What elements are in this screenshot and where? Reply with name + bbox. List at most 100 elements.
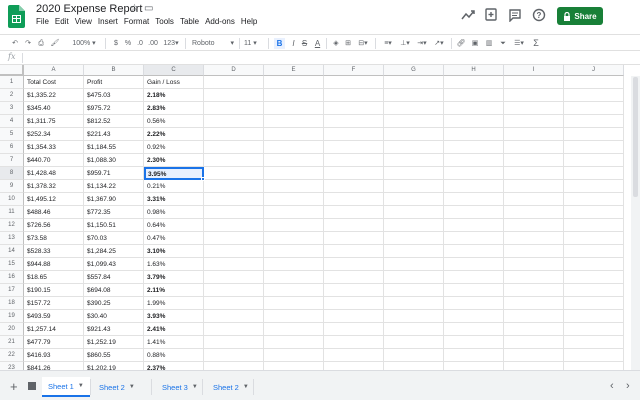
spreadsheet-grid[interactable]: A B C D E F G H I J 1 Total Cost Profit Gain / Loss 2 $… bbox=[0, 65, 640, 370]
table-cell[interactable] bbox=[504, 76, 564, 89]
table-cell[interactable] bbox=[564, 258, 624, 271]
table-cell[interactable] bbox=[564, 297, 624, 310]
table-cell[interactable] bbox=[564, 167, 624, 180]
row-header[interactable]: 9 bbox=[0, 180, 24, 193]
menu-item[interactable]: Format bbox=[121, 17, 152, 26]
table-cell[interactable]: $959.71 bbox=[84, 167, 144, 180]
text-rotation-icon[interactable]: ↗▾ bbox=[432, 38, 446, 49]
table-cell[interactable] bbox=[444, 349, 504, 362]
table-cell[interactable] bbox=[384, 297, 444, 310]
column-header[interactable]: B bbox=[84, 65, 144, 76]
scrollbar-thumb[interactable] bbox=[633, 77, 638, 197]
sheet-tab[interactable]: Sheet 3 ▼ bbox=[156, 377, 204, 397]
table-cell[interactable] bbox=[564, 362, 624, 370]
table-cell[interactable]: $812.52 bbox=[84, 115, 144, 128]
table-cell[interactable] bbox=[264, 232, 324, 245]
table-cell[interactable] bbox=[384, 245, 444, 258]
table-cell[interactable]: $440.70 bbox=[24, 154, 84, 167]
table-cell[interactable]: $528.33 bbox=[24, 245, 84, 258]
table-cell[interactable] bbox=[324, 219, 384, 232]
table-cell[interactable] bbox=[384, 271, 444, 284]
borders-icon[interactable]: ⊞ bbox=[343, 38, 353, 49]
undo-icon[interactable]: ↶ bbox=[10, 38, 20, 49]
sheet-menu-icon[interactable]: ▼ bbox=[78, 383, 84, 389]
table-cell[interactable] bbox=[564, 128, 624, 141]
sheet-menu-icon[interactable]: ▼ bbox=[192, 384, 198, 390]
table-cell[interactable]: 3.79% bbox=[144, 271, 204, 284]
row-header[interactable]: 23 bbox=[0, 362, 24, 370]
table-cell[interactable]: $475.03 bbox=[84, 89, 144, 102]
table-cell[interactable] bbox=[204, 76, 264, 89]
sheet-tab[interactable]: Sheet 1 ▼ bbox=[42, 377, 90, 397]
italic-button[interactable]: I bbox=[289, 38, 298, 49]
bold-button[interactable]: B bbox=[274, 38, 285, 49]
table-cell[interactable]: Gain / Loss bbox=[144, 76, 204, 89]
table-cell[interactable]: $1,252.19 bbox=[84, 336, 144, 349]
table-cell[interactable]: 0.21% bbox=[144, 180, 204, 193]
zoom-select[interactable]: 100% ▾ bbox=[65, 38, 103, 49]
table-cell[interactable] bbox=[564, 206, 624, 219]
font-size-select[interactable]: 11 ▾ bbox=[244, 38, 264, 49]
functions-button[interactable]: Σ bbox=[531, 38, 541, 49]
table-cell[interactable] bbox=[564, 271, 624, 284]
row-header[interactable]: 19 bbox=[0, 310, 24, 323]
table-cell[interactable] bbox=[384, 89, 444, 102]
table-cell[interactable] bbox=[204, 115, 264, 128]
table-cell[interactable] bbox=[504, 349, 564, 362]
table-cell[interactable]: $557.84 bbox=[84, 271, 144, 284]
column-header[interactable]: F bbox=[324, 65, 384, 76]
table-cell[interactable] bbox=[564, 284, 624, 297]
table-cell[interactable]: 2.11% bbox=[144, 284, 204, 297]
table-cell[interactable] bbox=[564, 180, 624, 193]
percent-format-button[interactable]: % bbox=[124, 38, 132, 49]
row-header[interactable]: 13 bbox=[0, 232, 24, 245]
table-cell[interactable] bbox=[324, 115, 384, 128]
column-header[interactable]: H bbox=[444, 65, 504, 76]
table-cell[interactable]: $1,134.22 bbox=[84, 180, 144, 193]
table-cell[interactable] bbox=[264, 141, 324, 154]
table-cell[interactable] bbox=[564, 219, 624, 232]
menu-item[interactable]: Tools bbox=[152, 17, 177, 26]
table-cell[interactable] bbox=[444, 89, 504, 102]
table-cell[interactable] bbox=[384, 362, 444, 370]
star-icon[interactable]: ☆ bbox=[130, 3, 139, 14]
table-cell[interactable] bbox=[444, 206, 504, 219]
table-cell[interactable] bbox=[504, 180, 564, 193]
table-cell[interactable] bbox=[324, 323, 384, 336]
table-cell[interactable] bbox=[264, 154, 324, 167]
row-header[interactable]: 5 bbox=[0, 128, 24, 141]
table-cell[interactable] bbox=[444, 115, 504, 128]
table-cell[interactable] bbox=[204, 154, 264, 167]
table-cell[interactable] bbox=[384, 167, 444, 180]
table-cell[interactable]: 3.93% bbox=[144, 310, 204, 323]
table-cell[interactable]: $345.40 bbox=[24, 102, 84, 115]
table-cell[interactable] bbox=[324, 102, 384, 115]
table-cell[interactable] bbox=[324, 284, 384, 297]
table-cell[interactable] bbox=[324, 193, 384, 206]
table-cell[interactable]: $1,088.30 bbox=[84, 154, 144, 167]
table-cell[interactable]: Total Cost bbox=[24, 76, 84, 89]
table-cell[interactable] bbox=[264, 76, 324, 89]
table-cell[interactable] bbox=[444, 284, 504, 297]
table-cell[interactable]: 0.64% bbox=[144, 219, 204, 232]
table-cell[interactable] bbox=[504, 102, 564, 115]
table-cell[interactable] bbox=[264, 180, 324, 193]
table-cell[interactable] bbox=[204, 297, 264, 310]
table-cell[interactable] bbox=[504, 258, 564, 271]
filter-icon[interactable]: ⏷ bbox=[498, 38, 508, 49]
table-cell[interactable] bbox=[504, 310, 564, 323]
filter-views-icon[interactable]: ☰▾ bbox=[512, 38, 526, 49]
table-cell[interactable]: $221.43 bbox=[84, 128, 144, 141]
table-cell[interactable] bbox=[264, 219, 324, 232]
table-cell[interactable] bbox=[504, 232, 564, 245]
table-cell[interactable] bbox=[324, 336, 384, 349]
table-cell[interactable] bbox=[384, 349, 444, 362]
table-cell[interactable] bbox=[564, 154, 624, 167]
table-cell[interactable] bbox=[504, 271, 564, 284]
table-cell[interactable] bbox=[564, 89, 624, 102]
table-cell[interactable] bbox=[444, 193, 504, 206]
table-cell[interactable] bbox=[204, 349, 264, 362]
table-cell[interactable]: 0.92% bbox=[144, 141, 204, 154]
text-color-button[interactable]: A bbox=[313, 38, 322, 49]
row-header[interactable]: 6 bbox=[0, 141, 24, 154]
